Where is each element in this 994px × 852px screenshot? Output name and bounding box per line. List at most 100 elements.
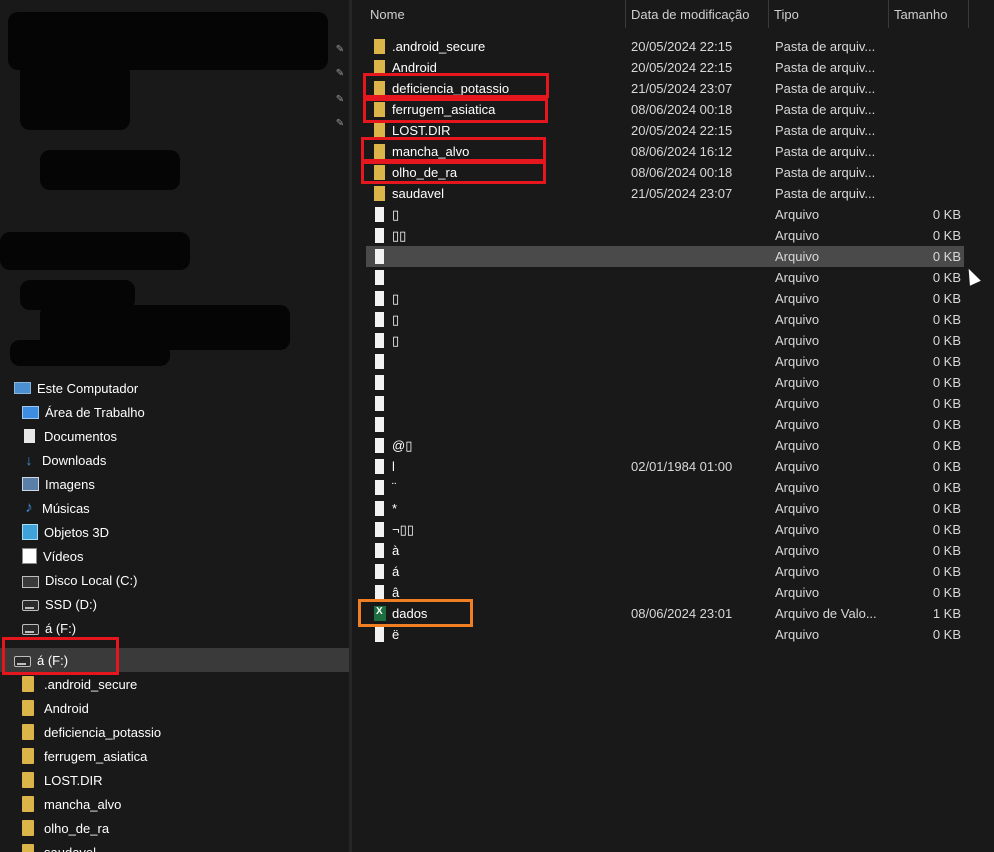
- sidebar-item-desktop[interactable]: Área de Trabalho: [22, 400, 145, 424]
- file-row[interactable]: Arquivo 0 KB: [366, 351, 964, 372]
- sidebar-item-label: ferrugem_asiatica: [44, 748, 148, 764]
- column-header-modified[interactable]: Data de modificação: [625, 0, 768, 30]
- sidebar-item-images[interactable]: Imagens: [22, 472, 95, 496]
- file-size: 0 KB: [932, 207, 961, 222]
- file-size: 0 KB: [932, 291, 961, 306]
- file-row[interactable]: @▯ Arquivo 0 KB: [366, 435, 964, 456]
- sidebar-item-label: Disco Local (C:): [45, 572, 138, 588]
- sidebar-tree-item[interactable]: LOST.DIR: [22, 768, 103, 792]
- file-row[interactable]: l 02/01/1984 01:00 Arquivo 0 KB: [366, 456, 964, 477]
- file-icon: [375, 291, 384, 306]
- file-date: 02/01/1984 01:00: [631, 459, 733, 474]
- file-type: Pasta de arquiv...: [775, 39, 876, 54]
- file-row[interactable]: Arquivo 0 KB: [366, 414, 964, 435]
- file-type: Arquivo: [775, 207, 820, 222]
- pin-icon[interactable]: ✎: [334, 118, 346, 132]
- file-type: Pasta de arquiv...: [775, 144, 876, 159]
- pin-icon[interactable]: ✎: [334, 68, 346, 82]
- file-row[interactable]: Arquivo 0 KB: [366, 372, 964, 393]
- file-size: 0 KB: [932, 333, 961, 348]
- file-name: á: [392, 564, 400, 579]
- sidebar-item-videos[interactable]: Vídeos: [22, 544, 83, 568]
- file-type: Arquivo: [775, 480, 820, 495]
- file-icon: [375, 522, 384, 537]
- file-row[interactable]: ▯ Arquivo 0 KB: [366, 288, 964, 309]
- file-date: 20/05/2024 22:15: [631, 123, 733, 138]
- sidebar-item-music[interactable]: ♪ Músicas: [22, 496, 89, 520]
- file-row[interactable]: ¨ Arquivo 0 KB: [366, 477, 964, 498]
- file-size: 0 KB: [932, 501, 961, 516]
- annotation-box: [358, 599, 473, 627]
- annotation-box: [363, 73, 549, 98]
- column-header-type[interactable]: Tipo: [768, 0, 888, 30]
- file-row[interactable]: ▯ Arquivo 0 KB: [366, 330, 964, 351]
- sidebar-tree-item[interactable]: Android: [22, 696, 89, 720]
- folder-icon: [22, 772, 34, 788]
- file-icon: [375, 480, 384, 495]
- sidebar-item-ssd[interactable]: SSD (D:): [22, 592, 97, 616]
- file-name: ▯: [392, 207, 400, 222]
- file-row[interactable]: Arquivo 0 KB: [366, 246, 964, 267]
- sidebar-tree-item[interactable]: .android_secure: [22, 672, 137, 696]
- annotation-box: [363, 98, 548, 123]
- sidebar-item-this-pc[interactable]: Este Computador: [14, 376, 138, 400]
- file-type: Arquivo: [775, 375, 820, 390]
- file-row[interactable]: á Arquivo 0 KB: [366, 561, 964, 582]
- file-row[interactable]: Arquivo 0 KB: [366, 393, 964, 414]
- file-type: Arquivo: [775, 354, 820, 369]
- drive-icon: [22, 600, 39, 611]
- sidebar-tree-item[interactable]: saudavel: [22, 840, 96, 852]
- file-row[interactable]: ¬▯▯ Arquivo 0 KB: [366, 519, 964, 540]
- sidebar-item-label: Imagens: [45, 476, 95, 492]
- file-size: 0 KB: [932, 249, 961, 264]
- sidebar-tree-item[interactable]: deficiencia_potassio: [22, 720, 161, 744]
- folder-row[interactable]: .android_secure 20/05/2024 22:15 Pasta de …: [366, 36, 964, 57]
- file-type: Arquivo de Valo...: [775, 606, 877, 621]
- computer-icon: [14, 382, 31, 394]
- file-icon: [375, 543, 384, 558]
- file-type: Arquivo: [775, 333, 820, 348]
- file-type: Arquivo: [775, 228, 820, 243]
- file-type: Arquivo: [775, 291, 820, 306]
- sidebar-tree-item[interactable]: mancha_alvo: [22, 792, 121, 816]
- file-row[interactable]: Arquivo 0 KB: [366, 267, 964, 288]
- folder-icon: [374, 186, 385, 201]
- column-divider[interactable]: [968, 0, 969, 28]
- column-header-size[interactable]: Tamanho: [888, 0, 968, 30]
- file-type: Arquivo: [775, 543, 820, 558]
- file-type: Arquivo: [775, 459, 820, 474]
- file-row[interactable]: ▯ Arquivo 0 KB: [366, 204, 964, 225]
- file-type: Arquivo: [775, 501, 820, 516]
- file-type: Arquivo: [775, 396, 820, 411]
- file-row[interactable]: ▯▯ Arquivo 0 KB: [366, 225, 964, 246]
- pin-icon[interactable]: ✎: [334, 94, 346, 108]
- sidebar-item-3d-objects[interactable]: Objetos 3D: [22, 520, 109, 544]
- file-row[interactable]: ▯ Arquivo 0 KB: [366, 309, 964, 330]
- sidebar-item-documents[interactable]: Documentos: [22, 424, 117, 448]
- file-icon: [375, 585, 384, 600]
- hard-drive-icon: [22, 575, 39, 588]
- file-size: 0 KB: [932, 417, 961, 432]
- file-icon: [375, 207, 384, 222]
- file-type: Pasta de arquiv...: [775, 123, 876, 138]
- sidebar-item-downloads[interactable]: ↓ Downloads: [22, 448, 107, 472]
- document-icon: [24, 429, 35, 443]
- sidebar-item-local-disk[interactable]: Disco Local (C:): [22, 568, 137, 592]
- folder-icon: [22, 676, 34, 692]
- file-name: à: [392, 543, 400, 558]
- pin-icon[interactable]: ✎: [334, 44, 346, 58]
- column-header-name[interactable]: Nome: [364, 0, 624, 30]
- file-row[interactable]: ë Arquivo 0 KB: [366, 624, 964, 645]
- file-name: l: [392, 459, 395, 474]
- file-type: Arquivo: [775, 627, 820, 642]
- sidebar-tree-item[interactable]: ferrugem_asiatica: [22, 744, 147, 768]
- file-size: 0 KB: [932, 585, 961, 600]
- file-icon: [375, 438, 384, 453]
- file-size: 0 KB: [932, 375, 961, 390]
- folder-row[interactable]: saudavel 21/05/2024 23:07 Pasta de arquiv.…: [366, 183, 964, 204]
- file-row[interactable]: à Arquivo 0 KB: [366, 540, 964, 561]
- file-size: 0 KB: [932, 270, 961, 285]
- file-row[interactable]: * Arquivo 0 KB: [366, 498, 964, 519]
- file-date: 08/06/2024 16:12: [631, 144, 733, 159]
- sidebar-tree-item[interactable]: olho_de_ra: [22, 816, 109, 840]
